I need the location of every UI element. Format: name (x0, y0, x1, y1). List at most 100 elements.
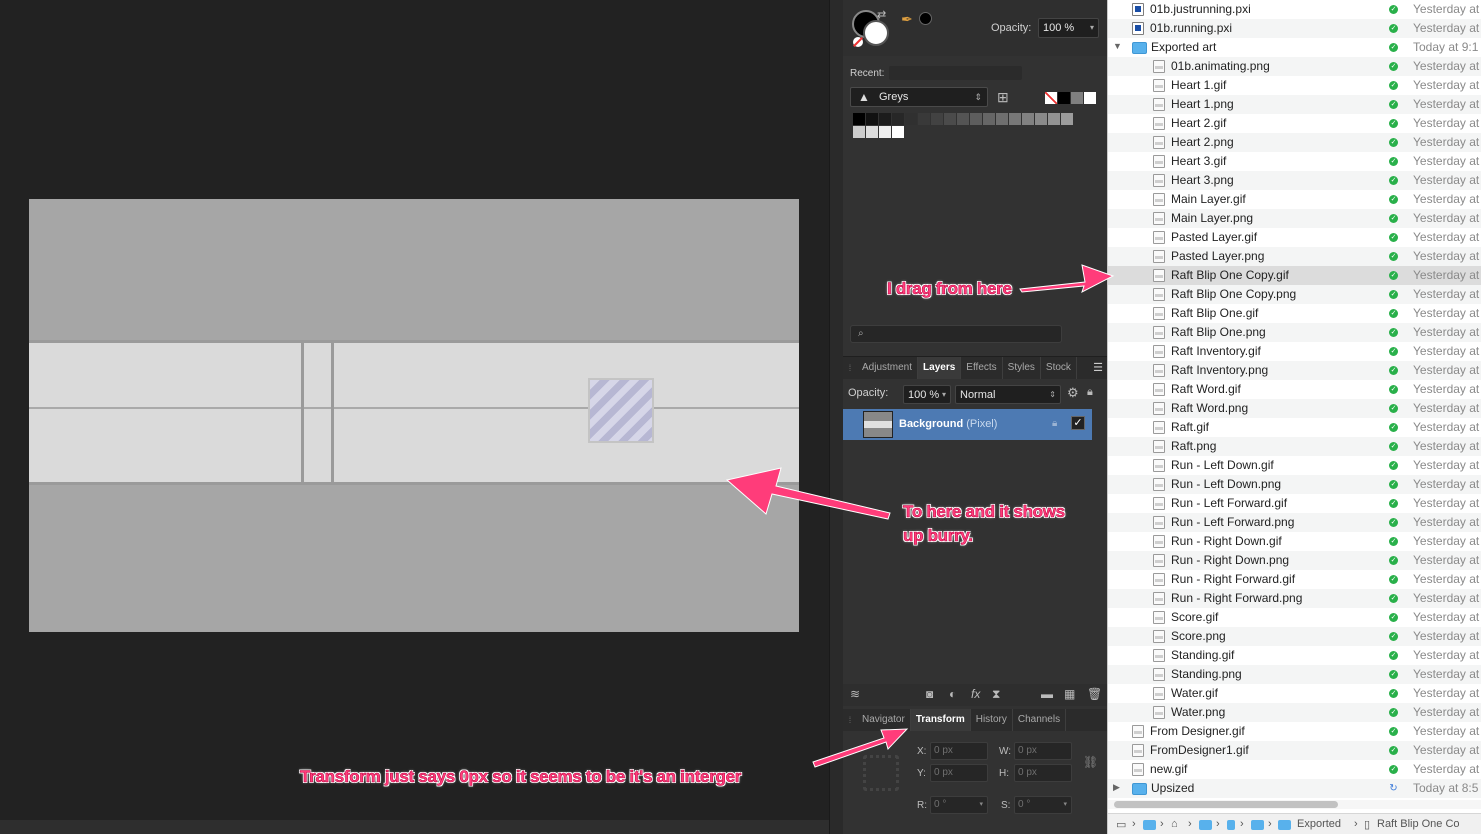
grey-swatch[interactable] (1035, 113, 1047, 125)
panel-menu-icon[interactable]: ☰ (1093, 361, 1103, 374)
horizontal-scrollbar[interactable] (1114, 801, 1338, 808)
palette-select[interactable]: ▲ Greys ⇕ (850, 87, 988, 107)
finder-row[interactable]: Standing.gif ✓ Yesterday at (1108, 646, 1481, 665)
finder-row[interactable]: Raft Word.gif ✓ Yesterday at (1108, 380, 1481, 399)
finder-row[interactable]: Run - Right Forward.png ✓ Yesterday at (1108, 589, 1481, 608)
document-canvas-area[interactable] (0, 0, 829, 820)
layer-row-background[interactable]: Background (Pixel) 🔒︎ ✓ (843, 409, 1092, 440)
fx-icon[interactable]: fx (971, 687, 980, 701)
pixel-layer-icon[interactable]: ▦ (1064, 687, 1075, 701)
panel-grip-icon[interactable]: ⁞ (843, 363, 857, 373)
finder-row[interactable]: Standing.png ✓ Yesterday at (1108, 665, 1481, 684)
grey-swatch[interactable] (970, 113, 982, 125)
finder-row[interactable]: Raft Blip One Copy.gif ✓ Yesterday at (1108, 266, 1481, 285)
disk-icon[interactable]: ▭ (1116, 818, 1126, 831)
tab-transform[interactable]: Transform (910, 709, 971, 731)
grey-swatch[interactable] (1022, 113, 1034, 125)
finder-row[interactable]: Score.png ✓ Yesterday at (1108, 627, 1481, 646)
finder-row[interactable]: Raft.gif ✓ Yesterday at (1108, 418, 1481, 437)
quick-swatch[interactable] (1058, 92, 1070, 104)
none-swatch[interactable] (1045, 92, 1057, 104)
tab-adjustment[interactable]: Adjustment (857, 357, 919, 379)
finder-row[interactable]: Heart 3.gif ✓ Yesterday at (1108, 152, 1481, 171)
tab-history[interactable]: History (971, 709, 1013, 731)
folder-icon[interactable] (1227, 820, 1235, 830)
finder-file-list[interactable]: 01b.justrunning.pxi ✓ Yesterday at 01b.runn… (1107, 0, 1481, 834)
finder-row[interactable]: Heart 3.png ✓ Yesterday at (1108, 171, 1481, 190)
rotation-field[interactable]: 0 ° ▾ (930, 796, 988, 814)
gear-icon[interactable]: ⚙ (1067, 385, 1079, 401)
color-opacity-field[interactable]: 100 % ▾ (1038, 18, 1099, 38)
recent-colors-bar[interactable] (889, 66, 1022, 80)
finder-row[interactable]: Run - Right Down.png ✓ Yesterday at (1108, 551, 1481, 570)
grey-swatch[interactable] (1061, 113, 1073, 125)
finder-row[interactable]: Raft Blip One.png ✓ Yesterday at (1108, 323, 1481, 342)
home-icon[interactable]: ⌂ (1171, 818, 1178, 830)
grey-swatch[interactable] (983, 113, 995, 125)
tab-navigator[interactable]: Navigator (857, 709, 911, 731)
no-fill-icon[interactable] (853, 37, 863, 47)
grey-swatch[interactable] (879, 126, 891, 138)
finder-row[interactable]: 01b.running.pxi ✓ Yesterday at (1108, 19, 1481, 38)
folder-icon[interactable] (1199, 820, 1212, 830)
finder-row[interactable]: ▶ Upsized ↻ Today at 8:5 (1108, 779, 1481, 798)
finder-row[interactable]: Run - Left Forward.gif ✓ Yesterday at (1108, 494, 1481, 513)
live-filter-icon[interactable]: ⧗ (992, 687, 1000, 702)
folder-icon[interactable]: ▬ (1041, 687, 1053, 701)
grey-swatch[interactable] (879, 113, 891, 125)
finder-row[interactable]: Main Layer.png ✓ Yesterday at (1108, 209, 1481, 228)
finder-row[interactable]: Raft Blip One Copy.png ✓ Yesterday at (1108, 285, 1481, 304)
color-picker-icon[interactable]: ✒ (901, 11, 913, 28)
finder-row[interactable]: Heart 2.gif ✓ Yesterday at (1108, 114, 1481, 133)
swatch-search-input[interactable]: ⌕ (850, 325, 1062, 343)
tab-styles[interactable]: Styles (1003, 357, 1041, 379)
grey-swatch[interactable] (957, 113, 969, 125)
grey-swatch[interactable] (853, 126, 865, 138)
finder-row[interactable]: Heart 2.png ✓ Yesterday at (1108, 133, 1481, 152)
finder-row[interactable]: Heart 1.png ✓ Yesterday at (1108, 95, 1481, 114)
tab-stock[interactable]: Stock (1041, 357, 1077, 379)
grey-swatch[interactable] (931, 113, 943, 125)
document-canvas[interactable] (29, 199, 799, 632)
finder-row[interactable]: 01b.justrunning.pxi ✓ Yesterday at (1108, 0, 1481, 19)
layers-stack-icon[interactable]: ≋ (850, 687, 860, 701)
grey-swatch[interactable] (853, 113, 865, 125)
grey-swatch[interactable] (892, 126, 904, 138)
tab-layers[interactable]: Layers (918, 357, 962, 379)
tab-channels[interactable]: Channels (1013, 709, 1067, 731)
finder-row[interactable]: Score.gif ✓ Yesterday at (1108, 608, 1481, 627)
swap-colors-icon[interactable]: ⇄ (877, 8, 886, 21)
finder-row[interactable]: Heart 1.gif ✓ Yesterday at (1108, 76, 1481, 95)
layer-visibility-checkbox[interactable]: ✓ (1071, 416, 1085, 430)
disclosure-expanded-icon[interactable]: ▼ (1113, 41, 1122, 51)
path-exported[interactable]: Exported (1297, 818, 1341, 830)
finder-row[interactable]: Raft Inventory.gif ✓ Yesterday at (1108, 342, 1481, 361)
grey-swatch[interactable] (996, 113, 1008, 125)
quick-swatch[interactable] (1084, 92, 1096, 104)
tab-effects[interactable]: Effects (961, 357, 1003, 379)
x-field[interactable]: 0 px (930, 742, 988, 760)
link-icon[interactable]: ⛓ (1083, 755, 1098, 769)
finder-row[interactable]: Run - Left Down.png ✓ Yesterday at (1108, 475, 1481, 494)
finder-row[interactable]: Pasted Layer.png ✓ Yesterday at (1108, 247, 1481, 266)
y-field[interactable]: 0 px (930, 764, 988, 782)
quick-swatch[interactable] (1071, 92, 1083, 104)
finder-row[interactable]: Run - Right Forward.gif ✓ Yesterday at (1108, 570, 1481, 589)
panel-grip-icon[interactable]: ⁞ (843, 715, 857, 725)
finder-row[interactable]: 01b.animating.png ✓ Yesterday at (1108, 57, 1481, 76)
folder-icon[interactable] (1278, 820, 1291, 830)
disclosure-collapsed-icon[interactable]: ▶ (1113, 782, 1120, 793)
grey-swatch[interactable] (866, 113, 878, 125)
finder-row[interactable]: new.gif ✓ Yesterday at (1108, 760, 1481, 779)
grey-swatch[interactable] (866, 126, 878, 138)
finder-row[interactable]: Run - Left Forward.png ✓ Yesterday at (1108, 513, 1481, 532)
finder-row[interactable]: Water.png ✓ Yesterday at (1108, 703, 1481, 722)
grey-swatch[interactable] (1009, 113, 1021, 125)
folder-icon[interactable] (1143, 820, 1156, 830)
trash-icon[interactable]: 🗑︎ (1087, 687, 1102, 701)
grey-swatch[interactable] (905, 113, 917, 125)
blend-mode-select[interactable]: Normal ⇕ (955, 385, 1061, 404)
grey-swatch[interactable] (918, 113, 930, 125)
finder-row[interactable]: FromDesigner1.gif ✓ Yesterday at (1108, 741, 1481, 760)
layer-opacity-field[interactable]: 100 % ▾ (903, 385, 951, 404)
